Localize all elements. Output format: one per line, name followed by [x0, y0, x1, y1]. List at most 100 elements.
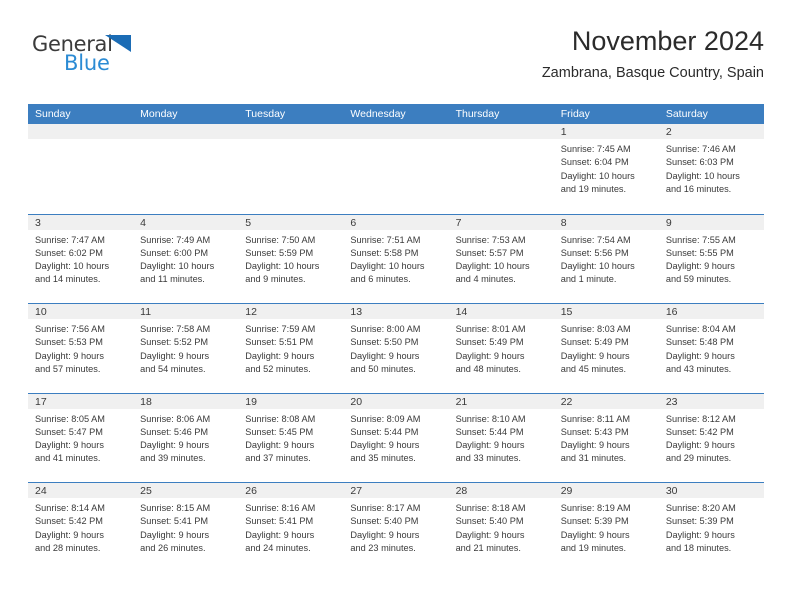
daylight-text-line1: Daylight: 9 hours	[455, 529, 525, 540]
sunset-text: Sunset: 5:57 PM	[455, 247, 524, 258]
calendar-day-cell[interactable]: 14 Sunrise: 8:01 AM Sunset: 5:49 PM Dayligh…	[448, 304, 554, 393]
calendar-day-cell[interactable]: 1 Sunrise: 7:45 AM Sunset: 6:04 PM Daylight…	[553, 124, 659, 214]
daylight-text-line1: Daylight: 9 hours	[455, 440, 525, 451]
sunrise-text: Sunrise: 7:59 AM	[245, 324, 316, 334]
daylight-text-line1: Daylight: 10 hours	[560, 170, 635, 181]
day-sun-info: Sunrise: 7:46 AM Sunset: 6:03 PM Daylight:…	[659, 139, 764, 196]
calendar-day-cell[interactable]: 18 Sunrise: 8:06 AM Sunset: 5:46 PM Dayligh…	[133, 393, 239, 482]
sunset-text: Sunset: 5:53 PM	[35, 337, 103, 348]
calendar-day-cell[interactable]: 19 Sunrise: 8:08 AM Sunset: 5:45 PM Dayligh…	[238, 393, 344, 482]
daylight-text-line2: and 19 minutes.	[560, 542, 627, 553]
day-sun-info: Sunrise: 7:50 AM Sunset: 5:59 PM Daylight:…	[238, 230, 343, 287]
calendar-day-cell[interactable]: 4 Sunrise: 7:49 AM Sunset: 6:00 PM Daylight…	[133, 214, 239, 303]
day-number: 13	[343, 304, 449, 319]
calendar-day-cell[interactable]: 3 Sunrise: 7:47 AM Sunset: 6:02 PM Daylight…	[28, 214, 134, 303]
day-number: 29	[553, 483, 659, 498]
sunrise-text: Sunrise: 7:51 AM	[350, 234, 421, 245]
calendar-day-cell[interactable]: 26 Sunrise: 8:16 AM Sunset: 5:41 PM Dayligh…	[238, 483, 344, 572]
calendar-day-cell[interactable]: 12 Sunrise: 7:59 AM Sunset: 5:51 PM Dayligh…	[238, 304, 344, 393]
calendar-day-cell[interactable]: 30 Sunrise: 8:20 AM Sunset: 5:39 PM Dayligh…	[658, 483, 764, 572]
sunrise-text: Sunrise: 8:15 AM	[140, 503, 211, 513]
calendar-day-cell[interactable]: 11 Sunrise: 7:58 AM Sunset: 5:52 PM Dayligh…	[133, 304, 239, 393]
weekday-header-row: Sunday Monday Tuesday Wednesday Thursday Frid…	[28, 104, 764, 124]
sunrise-text: Sunrise: 7:45 AM	[560, 144, 631, 154]
calendar-week-row: 1 Sunrise: 7:45 AM Sunset: 6:04 PM Daylight…	[28, 124, 764, 214]
sunset-text: Sunset: 5:55 PM	[665, 247, 734, 258]
calendar-day-cell[interactable]: 21 Sunrise: 8:10 AM Sunset: 5:44 PM Dayligh…	[448, 393, 554, 482]
day-number: 10	[28, 304, 134, 319]
calendar-day-cell[interactable]: 16 Sunrise: 8:04 AM Sunset: 5:48 PM Dayligh…	[658, 304, 764, 393]
weekday-header-saturday: Saturday	[665, 108, 708, 120]
calendar-day-cell[interactable]: 13 Sunrise: 8:00 AM Sunset: 5:50 PM Dayligh…	[343, 304, 449, 393]
day-number: 16	[658, 304, 764, 319]
sunset-text: Sunset: 5:39 PM	[560, 516, 629, 527]
sunrise-text: Sunrise: 8:06 AM	[140, 413, 211, 424]
logo-text-blue: Blue	[64, 51, 110, 75]
daylight-text-line2: and 11 minutes.	[140, 274, 205, 285]
day-number: 2	[658, 124, 764, 139]
calendar-day-cell[interactable]: 2 Sunrise: 7:46 AM Sunset: 6:03 PM Daylight…	[658, 124, 764, 214]
sunset-text: Sunset: 5:51 PM	[245, 337, 314, 348]
sunset-text: Sunset: 5:50 PM	[350, 337, 419, 348]
day-number: 8	[553, 214, 659, 230]
calendar-day-cell[interactable]: 20 Sunrise: 8:09 AM Sunset: 5:44 PM Dayligh…	[343, 393, 449, 482]
sunset-text: Sunset: 6:03 PM	[665, 157, 734, 168]
daylight-text-line1: Daylight: 9 hours	[350, 440, 420, 451]
day-number: 14	[448, 304, 554, 319]
daylight-text-line1: Daylight: 10 hours	[560, 261, 635, 272]
day-number: 30	[658, 483, 764, 498]
calendar-day-cell[interactable]: 17 Sunrise: 8:05 AM Sunset: 5:47 PM Dayligh…	[28, 393, 134, 482]
day-sun-info: Sunrise: 7:51 AM Sunset: 5:58 PM Daylight:…	[343, 230, 448, 287]
daylight-text-line2: and 21 minutes.	[455, 542, 521, 553]
sunrise-text: Sunrise: 7:49 AM	[140, 234, 211, 245]
calendar-day-cell[interactable]: 25 Sunrise: 8:15 AM Sunset: 5:41 PM Dayligh…	[133, 483, 239, 572]
calendar-day-cell[interactable]: 23 Sunrise: 8:12 AM Sunset: 5:42 PM Dayligh…	[658, 393, 764, 482]
day-sun-info: Sunrise: 7:53 AM Sunset: 5:57 PM Daylight:…	[449, 230, 554, 287]
daylight-text-line1: Daylight: 10 hours	[140, 261, 215, 272]
daylight-text-line1: Daylight: 9 hours	[35, 440, 104, 451]
day-sun-info: Sunrise: 8:00 AM Sunset: 5:50 PM Daylight:…	[343, 319, 448, 376]
calendar-day-cell[interactable]: 5 Sunrise: 7:50 AM Sunset: 5:59 PM Daylight…	[238, 214, 344, 303]
calendar-day-cell[interactable]: 27 Sunrise: 8:17 AM Sunset: 5:40 PM Dayligh…	[343, 483, 449, 572]
calendar-day-cell[interactable]: 8 Sunrise: 7:54 AM Sunset: 5:56 PM Daylight…	[553, 214, 659, 303]
daylight-text-line1: Daylight: 9 hours	[35, 350, 104, 361]
sunset-text: Sunset: 5:49 PM	[455, 337, 524, 348]
day-number: 1	[553, 124, 659, 139]
daylight-text-line1: Daylight: 9 hours	[560, 440, 630, 451]
calendar-weeks: 1 Sunrise: 7:45 AM Sunset: 6:04 PM Daylight…	[28, 124, 764, 572]
day-number: 27	[343, 483, 449, 498]
daylight-text-line2: and 48 minutes.	[455, 363, 521, 374]
daylight-text-line1: Daylight: 10 hours	[455, 261, 530, 272]
day-number: 3	[28, 214, 134, 230]
daylight-text-line1: Daylight: 9 hours	[560, 529, 630, 540]
calendar-grid: Sunday Monday Tuesday Wednesday Thursday Frid…	[28, 104, 764, 572]
calendar-day-cell-empty	[343, 124, 449, 214]
calendar-day-cell[interactable]: 7 Sunrise: 7:53 AM Sunset: 5:57 PM Daylight…	[448, 214, 554, 303]
sunrise-text: Sunrise: 7:46 AM	[665, 144, 736, 154]
calendar-day-cell[interactable]: 10 Sunrise: 7:56 AM Sunset: 5:53 PM Dayligh…	[28, 304, 134, 393]
sunset-text: Sunset: 5:56 PM	[560, 247, 629, 258]
weekday-header-sunday: Sunday	[35, 108, 71, 120]
sunset-text: Sunset: 5:40 PM	[455, 516, 524, 527]
weekday-header-wednesday: Wednesday	[350, 108, 406, 120]
calendar-day-cell[interactable]: 6 Sunrise: 7:51 AM Sunset: 5:58 PM Daylight…	[343, 214, 449, 303]
calendar-day-cell[interactable]: 9 Sunrise: 7:55 AM Sunset: 5:55 PM Daylight…	[658, 214, 764, 303]
weekday-header-friday: Friday	[560, 108, 590, 120]
generalblue-logo[interactable]: General Blue	[32, 34, 212, 84]
calendar-day-cell[interactable]: 15 Sunrise: 8:03 AM Sunset: 5:49 PM Dayligh…	[553, 304, 659, 393]
calendar-day-cell[interactable]: 24 Sunrise: 8:14 AM Sunset: 5:42 PM Dayligh…	[28, 483, 134, 572]
sunrise-text: Sunrise: 7:55 AM	[665, 234, 736, 245]
calendar-day-cell[interactable]: 28 Sunrise: 8:18 AM Sunset: 5:40 PM Dayligh…	[448, 483, 554, 572]
calendar-day-cell[interactable]: 29 Sunrise: 8:19 AM Sunset: 5:39 PM Dayligh…	[553, 483, 659, 572]
daylight-text-line2: and 1 minute.	[560, 274, 617, 285]
sunrise-text: Sunrise: 7:50 AM	[245, 234, 316, 245]
day-number	[448, 124, 554, 139]
day-sun-info: Sunrise: 8:08 AM Sunset: 5:45 PM Daylight:…	[238, 409, 343, 466]
day-number: 21	[448, 393, 554, 409]
sunrise-text: Sunrise: 8:19 AM	[560, 503, 631, 513]
daylight-text-line2: and 16 minutes.	[665, 183, 732, 194]
calendar-day-cell[interactable]: 22 Sunrise: 8:11 AM Sunset: 5:43 PM Dayligh…	[553, 393, 659, 482]
day-number: 28	[448, 483, 554, 498]
daylight-text-line2: and 24 minutes.	[245, 542, 311, 553]
daylight-text-line2: and 6 minutes.	[350, 274, 411, 285]
